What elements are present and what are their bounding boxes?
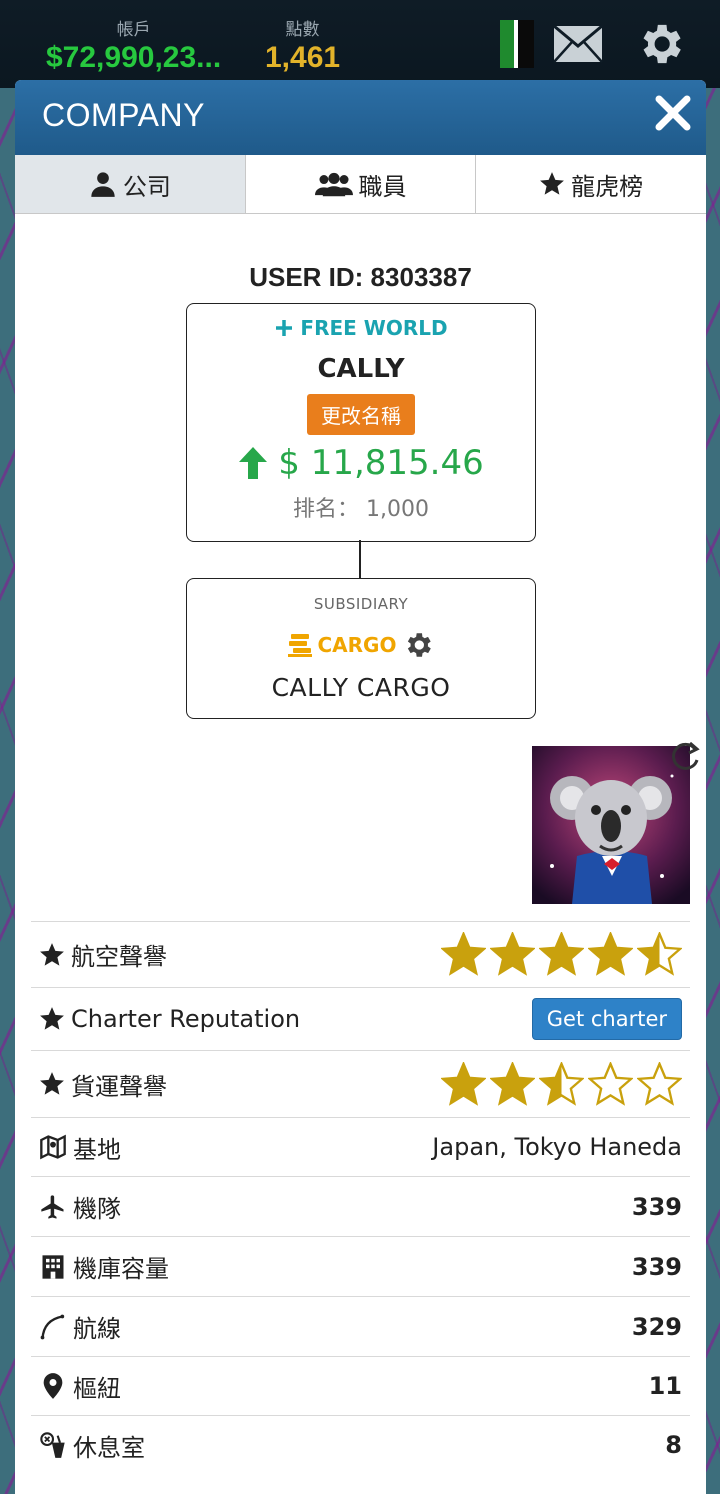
cargo-type: CARGO bbox=[187, 629, 535, 661]
points-stat[interactable]: 點數 1,461 bbox=[265, 20, 340, 76]
star-icon bbox=[40, 942, 64, 966]
rank-value: 1,000 bbox=[366, 497, 429, 522]
stat-label: Charter Reputation bbox=[71, 1005, 301, 1033]
get-charter-button[interactable]: Get charter bbox=[531, 998, 682, 1040]
arrow-up-icon bbox=[239, 447, 268, 479]
base-value[interactable]: Japan, Tokyo Haneda bbox=[432, 1133, 682, 1161]
points-label: 點數 bbox=[285, 20, 320, 40]
map-icon bbox=[40, 1134, 66, 1160]
subsidiary-name: CALLY CARGO bbox=[271, 673, 451, 702]
company-name: CALLY bbox=[317, 354, 405, 384]
modal-title: COMPANY bbox=[42, 97, 205, 133]
company-modal: COMPANY 公司 職員 龍虎榜 USER ID: 8303387 FREE … bbox=[15, 80, 706, 1494]
cargo-icon bbox=[287, 634, 312, 657]
company-card: FREE WORLD CALLY 更改名稱 $ 11,815.46 排名： 1,… bbox=[186, 303, 536, 542]
tab-leaderboard[interactable]: 龍虎榜 bbox=[476, 155, 706, 213]
route-icon bbox=[40, 1314, 65, 1339]
stat-row-routes: 航線 329 bbox=[31, 1296, 690, 1356]
star-full-icon bbox=[490, 1061, 535, 1106]
points-value: 1,461 bbox=[265, 41, 341, 74]
plane-icon bbox=[41, 1194, 64, 1219]
star-full-icon bbox=[441, 932, 486, 976]
tab-bar: 公司 職員 龍虎榜 bbox=[15, 155, 706, 214]
gear-icon[interactable] bbox=[402, 629, 434, 661]
star-full-icon bbox=[588, 932, 633, 976]
star-empty-icon bbox=[588, 1061, 633, 1106]
tab-label: 龍虎榜 bbox=[571, 172, 644, 201]
rank-label: 排名： bbox=[293, 497, 360, 522]
stat-row-airline-reputation: 航空聲譽 bbox=[31, 921, 690, 987]
stat-row-base: 基地 Japan, Tokyo Haneda bbox=[31, 1117, 690, 1176]
company-value: $ 11,815.46 bbox=[187, 443, 535, 483]
country-flag-icon[interactable] bbox=[500, 20, 534, 68]
star-half-icon bbox=[637, 932, 682, 976]
star-half-icon bbox=[539, 1061, 584, 1106]
routes-value: 329 bbox=[631, 1312, 682, 1341]
star-empty-icon bbox=[637, 1061, 682, 1106]
user-id: USER ID: 8303387 bbox=[249, 262, 472, 292]
company-avatar[interactable] bbox=[532, 746, 690, 904]
star-full-icon bbox=[441, 1061, 486, 1106]
account-label: 帳戶 bbox=[116, 20, 151, 40]
fleet-value: 339 bbox=[631, 1192, 682, 1221]
pin-icon bbox=[43, 1373, 63, 1399]
stat-row-charter-reputation: Charter Reputation Get charter bbox=[31, 987, 690, 1050]
tab-company[interactable]: 公司 bbox=[15, 155, 246, 213]
plus-icon bbox=[276, 320, 293, 336]
stat-row-hubs: 樞紐 11 bbox=[31, 1356, 690, 1415]
lounges-value: 8 bbox=[665, 1431, 682, 1459]
alliance-name: FREE WORLD bbox=[300, 316, 448, 340]
subsidiary-card[interactable]: SUBSIDIARY CARGO CALLY CARGO bbox=[186, 578, 536, 719]
group-icon bbox=[314, 172, 353, 197]
stat-label: 機隊 bbox=[73, 1195, 121, 1223]
tab-label: 公司 bbox=[122, 172, 171, 201]
airline-rating-stars bbox=[441, 932, 690, 977]
person-icon bbox=[91, 172, 115, 197]
lounge-icon bbox=[40, 1432, 65, 1458]
connector-line bbox=[359, 540, 361, 578]
star-icon bbox=[540, 172, 565, 195]
account-value: $72,990,23... bbox=[46, 41, 222, 74]
stat-label: 機庫容量 bbox=[73, 1255, 169, 1283]
stat-row-cargo-reputation: 貨運聲譽 bbox=[31, 1050, 690, 1117]
stat-row-fleet: 機隊 339 bbox=[31, 1176, 690, 1236]
stat-row-hangar: 機庫容量 339 bbox=[31, 1236, 690, 1296]
rename-button[interactable]: 更改名稱 bbox=[307, 394, 415, 435]
alliance[interactable]: FREE WORLD bbox=[187, 316, 535, 340]
cargo-label: CARGO bbox=[317, 633, 397, 657]
tab-staff[interactable]: 職員 bbox=[245, 155, 477, 213]
refresh-icon[interactable] bbox=[668, 740, 702, 774]
star-icon bbox=[40, 1007, 64, 1030]
company-value-text: $ 11,815.46 bbox=[278, 443, 484, 483]
star-full-icon bbox=[490, 932, 535, 976]
star-full-icon bbox=[539, 932, 584, 976]
tab-label: 職員 bbox=[358, 172, 407, 201]
account-stat[interactable]: 帳戶 $72,990,23... bbox=[46, 20, 221, 76]
stat-label: 休息室 bbox=[73, 1433, 145, 1462]
cargo-rating-stars bbox=[441, 1061, 690, 1107]
stat-row-lounges: 休息室 8 bbox=[31, 1415, 690, 1474]
stat-label: 貨運聲譽 bbox=[71, 1072, 167, 1101]
modal-header: COMPANY bbox=[15, 80, 706, 155]
stat-label: 基地 bbox=[73, 1135, 121, 1164]
stat-label: 航空聲譽 bbox=[71, 943, 167, 971]
stats-table: 航空聲譽 Charter Reputation Get charter 貨運聲譽 bbox=[31, 921, 690, 1474]
close-icon[interactable] bbox=[654, 94, 692, 132]
hubs-value: 11 bbox=[648, 1372, 682, 1400]
gear-icon[interactable] bbox=[634, 18, 686, 70]
top-bar: 帳戶 $72,990,23... 點數 1,461 bbox=[0, 0, 720, 88]
rank: 排名： 1,000 bbox=[187, 491, 535, 523]
star-icon bbox=[40, 1072, 64, 1095]
subsidiary-label: SUBSIDIARY bbox=[313, 595, 409, 613]
stat-label: 航線 bbox=[73, 1315, 121, 1343]
stat-label: 樞紐 bbox=[73, 1374, 121, 1403]
building-icon bbox=[42, 1254, 64, 1279]
hangar-value: 339 bbox=[631, 1252, 682, 1281]
mail-icon[interactable] bbox=[552, 24, 604, 64]
